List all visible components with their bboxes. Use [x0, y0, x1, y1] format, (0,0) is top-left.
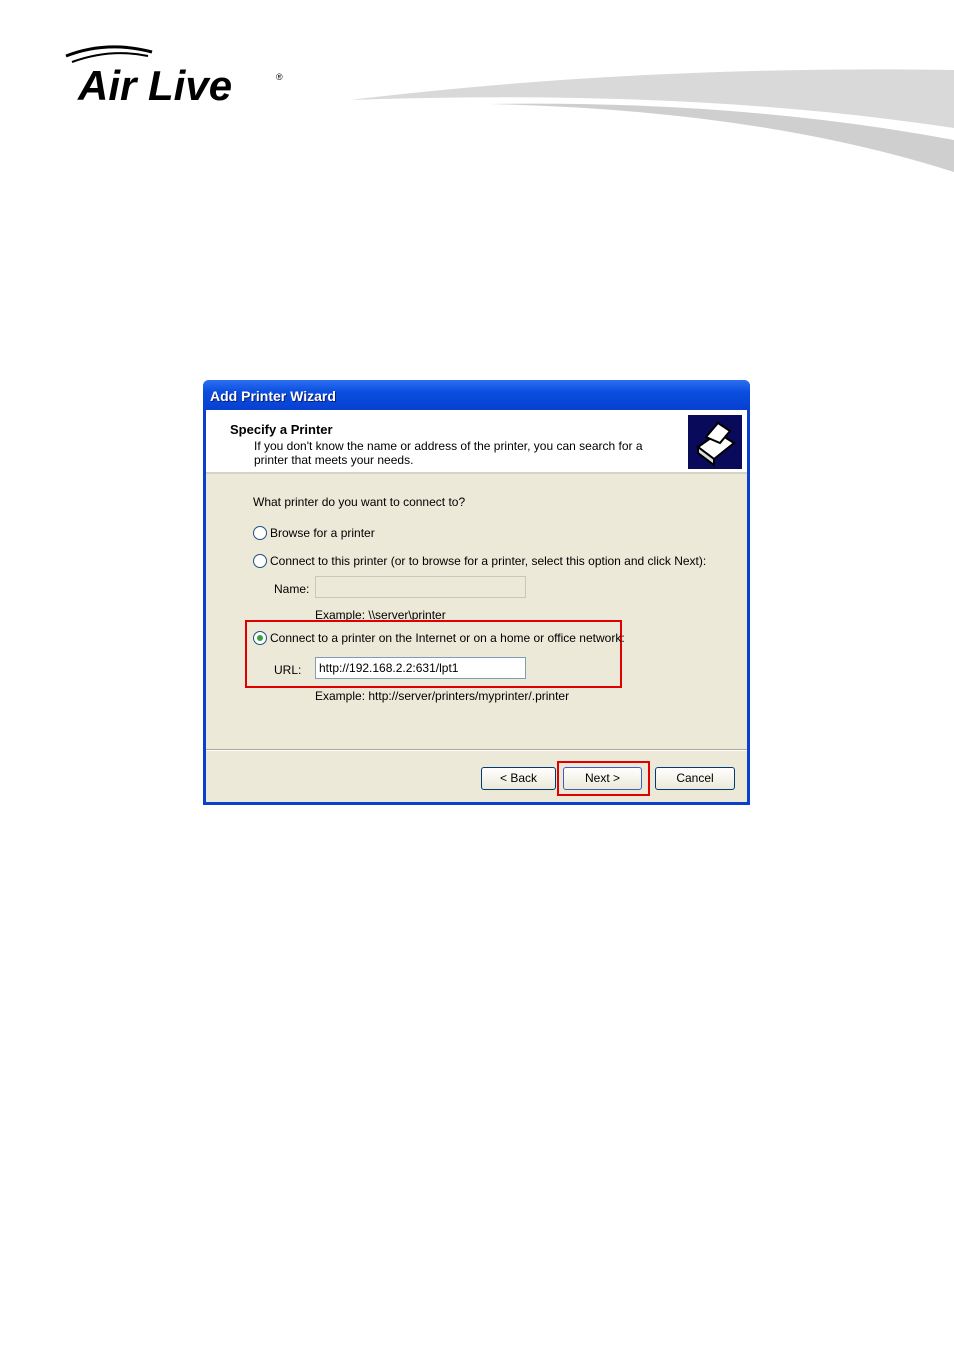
- internet-printer-radio[interactable]: [253, 631, 267, 645]
- url-example: Example: http://server/printers/myprinte…: [315, 689, 570, 703]
- airlive-logo: Air Live ®: [65, 45, 283, 108]
- header-swoosh: [350, 69, 954, 172]
- cancel-button[interactable]: Cancel: [655, 767, 735, 790]
- wizard-subheading: If you don't know the name or address of…: [254, 439, 643, 467]
- next-button[interactable]: Next >: [563, 767, 642, 790]
- add-printer-wizard-dialog: Add Printer Wizard Specify a Printer If …: [203, 380, 750, 805]
- connect-this-printer-radio[interactable]: [253, 554, 267, 568]
- url-label: URL:: [274, 663, 302, 677]
- dialog-title: Add Printer Wizard: [210, 388, 336, 404]
- printer-icon: [688, 415, 742, 469]
- wizard-header: Specify a Printer If you don't know the …: [206, 410, 747, 474]
- url-input[interactable]: http://192.168.2.2:631/lpt1: [315, 657, 526, 679]
- name-label: Name:: [274, 582, 310, 596]
- manual-page: Air Live ® Add Printer Wizard Specify a …: [0, 0, 954, 1350]
- svg-text:®: ®: [276, 72, 283, 82]
- divider: [206, 749, 747, 751]
- question-label: What printer do you want to connect to?: [253, 495, 466, 509]
- browse-radio[interactable]: [253, 526, 267, 540]
- title-bar[interactable]: Add Printer Wizard: [203, 380, 750, 410]
- back-button[interactable]: < Back: [481, 767, 556, 790]
- svg-text:Air Live: Air Live: [77, 62, 232, 108]
- wizard-heading: Specify a Printer: [230, 422, 333, 437]
- internet-printer-label[interactable]: Connect to a printer on the Internet or …: [270, 631, 625, 645]
- name-input[interactable]: [315, 576, 526, 598]
- dialog-body: Specify a Printer If you don't know the …: [206, 410, 747, 802]
- browse-option-label[interactable]: Browse for a printer: [270, 526, 375, 540]
- connect-this-printer-label[interactable]: Connect to this printer (or to browse fo…: [270, 554, 706, 568]
